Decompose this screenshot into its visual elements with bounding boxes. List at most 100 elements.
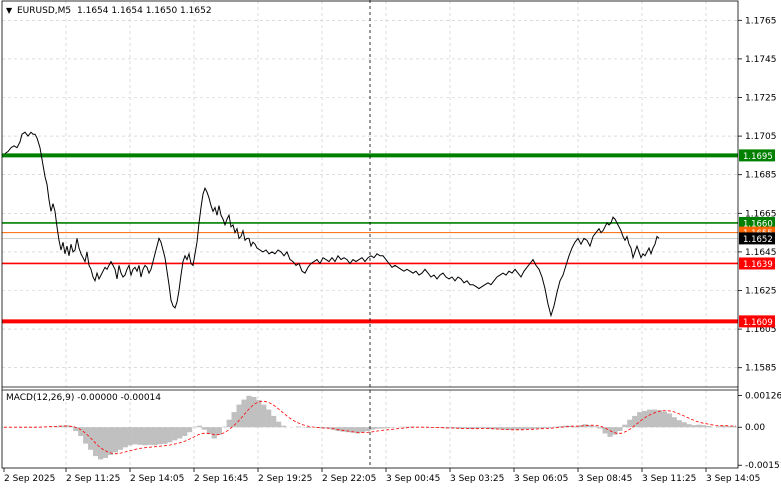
macd-histogram-bar — [523, 427, 529, 430]
macd-histogram-bar — [553, 426, 559, 428]
macd-histogram-bar — [122, 427, 128, 448]
macd-histogram-bar — [513, 427, 519, 430]
macd-histogram-bar — [305, 427, 311, 428]
macd-histogram-bar — [256, 400, 262, 428]
macd-histogram-bar — [478, 427, 484, 429]
macd-histogram-bar — [295, 426, 301, 428]
time-tick-label: 3 Sep 06:05 — [514, 474, 568, 484]
macd-histogram-bar — [157, 427, 163, 445]
price-tick-label: 1.1725 — [745, 94, 777, 104]
macd-histogram-bar — [676, 420, 682, 428]
macd-histogram-bar — [379, 427, 386, 429]
price-series-line — [4, 131, 660, 318]
macd-histogram-bar — [716, 426, 722, 428]
symbol-header-ohlc: 1.1654 1.1654 1.1650 1.1652 — [77, 6, 212, 16]
macd-histogram-bar — [182, 427, 188, 436]
macd-indicator-label: MACD(12,26,9) -0.00000 -0.00014 — [6, 393, 161, 403]
macd-histogram-bar — [98, 427, 104, 460]
price-tick-label: 1.1645 — [745, 248, 777, 258]
macd-histogram-bar — [691, 425, 697, 428]
macd-histogram-bar — [241, 399, 247, 428]
time-tick-label: 2 Sep 19:25 — [258, 474, 312, 484]
price-tick-label: 1.1585 — [745, 364, 777, 374]
macd-histogram-bar — [335, 427, 341, 431]
macd-histogram-bar — [167, 427, 173, 443]
time-tick-label: 3 Sep 11:25 — [642, 474, 696, 484]
macd-histogram-bar — [696, 424, 702, 428]
macd-histogram-bar — [117, 427, 123, 450]
macd-histogram-bar — [276, 421, 282, 428]
macd-histogram-bar — [686, 424, 692, 428]
macd-histogram-bar — [642, 410, 648, 428]
macd-histogram-bar — [191, 426, 198, 428]
macd-histogram-bar — [266, 409, 272, 428]
macd-histogram-bar — [592, 426, 598, 428]
macd-histogram-bar — [399, 426, 405, 428]
macd-histogram-bar — [226, 419, 232, 428]
macd-tick-label: -0.00151 — [745, 461, 781, 471]
macd-histogram-bar — [172, 427, 178, 441]
macd-histogram-bar — [102, 427, 109, 458]
price-level-tag-text: 1.1639 — [743, 260, 773, 270]
macd-histogram-bar — [389, 427, 395, 428]
macd-histogram-bar — [251, 397, 257, 428]
macd-histogram-bar — [701, 425, 707, 428]
macd-histogram-bar — [365, 427, 371, 431]
macd-histogram-bar — [370, 427, 376, 430]
macd-histogram-bar — [211, 427, 217, 439]
macd-histogram-bar — [107, 427, 114, 455]
macd-histogram-bar — [656, 410, 663, 428]
macd-histogram-bar — [177, 427, 183, 439]
time-tick-label: 2 Sep 2025 — [4, 474, 55, 484]
time-tick-label: 2 Sep 11:25 — [66, 474, 120, 484]
macd-histogram-bar — [543, 427, 549, 429]
macd-histogram-bar — [162, 427, 168, 444]
macd-histogram-bar — [671, 417, 677, 428]
price-tick-label: 1.1685 — [745, 171, 777, 181]
time-tick-label: 3 Sep 08:45 — [578, 474, 632, 484]
macd-histogram-bar — [216, 427, 222, 435]
time-tick-label: 2 Sep 14:05 — [130, 474, 184, 484]
macd-histogram-bar — [647, 409, 653, 428]
macd-histogram — [53, 395, 737, 460]
macd-axis: 0.00126 0.00 -0.00151 — [738, 392, 781, 471]
macd-histogram-bar — [236, 404, 242, 428]
time-tick-label: 3 Sep 00:45 — [386, 474, 440, 484]
price-level-tag: 1.1639 — [739, 257, 775, 270]
price-level-tag: 1.1652 — [739, 232, 775, 245]
price-tick-label: 1.1625 — [745, 287, 777, 297]
macd-histogram-bar — [681, 422, 687, 428]
price-level-tag-text: 1.1652 — [743, 235, 773, 245]
macd-histogram-bar — [142, 427, 148, 446]
symbol-header-name: EURUSD,M5 — [17, 6, 71, 16]
macd-histogram-bar — [246, 395, 252, 428]
macd-histogram-bar — [112, 427, 118, 453]
macd-histogram-bar — [360, 427, 366, 433]
macd-tick-label: 0.00126 — [745, 392, 781, 402]
macd-histogram-bar — [518, 427, 524, 430]
time-tick-label: 2 Sep 16:45 — [194, 474, 248, 484]
macd-histogram-bar — [201, 427, 207, 430]
macd-histogram-bar — [137, 427, 143, 445]
price-tick-label: 1.1765 — [745, 16, 777, 26]
macd-histogram-bar — [374, 427, 381, 429]
macd-histogram-bar — [627, 419, 633, 428]
macd-tick-label: 0.00 — [745, 423, 765, 433]
price-level-tag-text: 1.1695 — [743, 152, 773, 162]
macd-histogram-bar — [706, 426, 712, 428]
macd-histogram-bar — [261, 404, 267, 428]
macd-histogram-bar — [281, 425, 287, 428]
macd-histogram-bar — [340, 427, 346, 432]
macd-histogram-bar — [221, 426, 227, 428]
macd-histogram-bar — [152, 427, 158, 446]
price-tick-label: 1.1705 — [745, 132, 777, 142]
price-level-tag-text: 1.1609 — [743, 318, 773, 328]
macd-histogram-bar — [271, 415, 277, 428]
time-tick-label: 2 Sep 22:05 — [322, 474, 376, 484]
macd-histogram-bar — [666, 413, 672, 428]
macd-histogram-bar — [533, 427, 539, 429]
macd-histogram-bar — [196, 425, 203, 428]
macd-histogram-bar — [661, 411, 667, 428]
macd-histogram-bar — [617, 427, 623, 431]
symbol-header-arrow: ▼ — [6, 6, 13, 15]
